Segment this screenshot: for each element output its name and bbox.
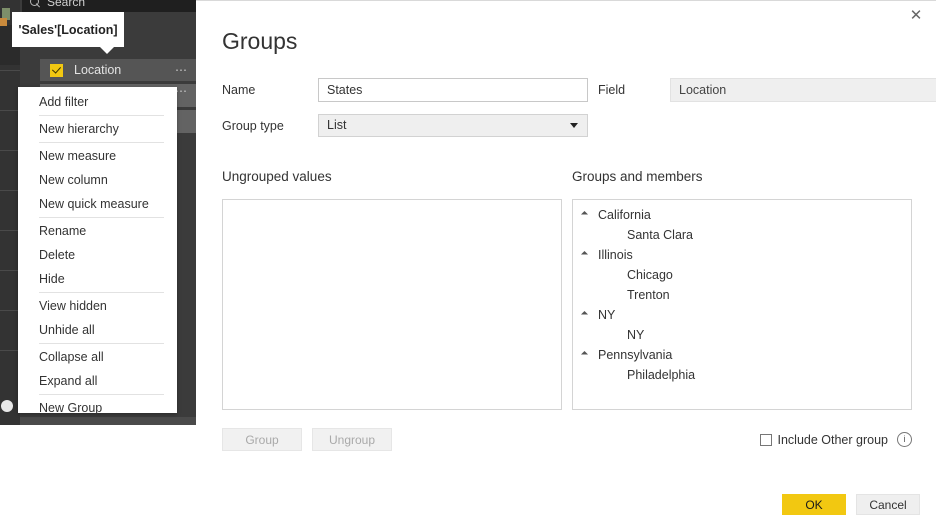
menu-item-unhide-all[interactable]: Unhide all: [18, 318, 177, 342]
field-context-menu[interactable]: Add filter New hierarchy New measure New…: [18, 87, 177, 415]
app-root: Search Sales Location ⋯ ⋯ 'Sales'[Locati…: [0, 0, 936, 519]
menu-item-collapse-all[interactable]: Collapse all: [18, 345, 177, 369]
tree-group-row[interactable]: Pennsylvania: [573, 345, 911, 365]
menu-item-expand-all[interactable]: Expand all: [18, 369, 177, 393]
menu-item-new-measure[interactable]: New measure: [18, 144, 177, 168]
menu-item-new-group[interactable]: New Group: [18, 396, 177, 420]
tree-group-row[interactable]: NY: [573, 305, 911, 325]
field-checkbox-location[interactable]: [50, 63, 63, 77]
groups-and-members-title: Groups and members: [572, 169, 703, 184]
tree-member-label: Trenton: [627, 288, 670, 302]
name-field-row: Name Field Location: [222, 78, 936, 102]
tree-member-row[interactable]: Chicago: [573, 265, 911, 285]
tree-member-row[interactable]: Philadelphia: [573, 365, 911, 385]
group-button[interactable]: Group: [222, 428, 302, 451]
chevron-expanded-icon[interactable]: [580, 310, 589, 318]
include-other-group-row[interactable]: Include Other group i: [759, 432, 912, 447]
field-row-menu-icon[interactable]: ⋯: [175, 64, 188, 76]
menu-separator: [39, 115, 164, 116]
field-row-location[interactable]: Location ⋯: [40, 59, 196, 81]
groups-dialog: ✕ Groups Name Field Location Group type …: [196, 0, 936, 519]
field-value-readonly: Location: [670, 78, 936, 102]
menu-separator: [39, 292, 164, 293]
name-label: Name: [222, 83, 256, 97]
group-type-selected-value: List: [327, 118, 347, 132]
ungrouped-values-list[interactable]: [222, 199, 562, 410]
tooltip-text: 'Sales'[Location]: [18, 22, 118, 37]
rail-marker-orange-icon: [0, 18, 7, 26]
tree-member-label: Chicago: [627, 268, 673, 282]
tree-member-label: Santa Clara: [627, 228, 694, 242]
chevron-expanded-icon[interactable]: [580, 250, 589, 258]
include-other-group-label: Include Other group: [777, 432, 889, 447]
close-icon[interactable]: ✕: [904, 3, 928, 27]
menu-item-new-hierarchy[interactable]: New hierarchy: [18, 117, 177, 141]
cancel-button[interactable]: Cancel: [856, 494, 920, 515]
menu-separator: [39, 142, 164, 143]
menu-separator: [39, 343, 164, 344]
menu-item-new-column[interactable]: New column: [18, 168, 177, 192]
rail-bottom-dot-icon: [1, 400, 13, 412]
tree-member-row[interactable]: Trenton: [573, 285, 911, 305]
tree-group-row[interactable]: Illinois: [573, 245, 911, 265]
ungrouped-values-title: Ungrouped values: [222, 169, 332, 184]
tree-member-row[interactable]: Santa Clara: [573, 225, 911, 245]
group-type-select[interactable]: List: [318, 114, 588, 137]
fields-search-box[interactable]: Search: [22, 0, 196, 12]
ungroup-button[interactable]: Ungroup: [312, 428, 392, 451]
search-icon: [30, 0, 41, 8]
menu-item-delete[interactable]: Delete: [18, 243, 177, 267]
rail-divider: [0, 270, 20, 271]
rail-divider: [0, 350, 20, 351]
menu-item-view-hidden[interactable]: View hidden: [18, 294, 177, 318]
tree-group-label: Pennsylvania: [598, 348, 673, 362]
menu-item-new-quick-measure[interactable]: New quick measure: [18, 192, 177, 216]
search-placeholder-text: Search: [47, 0, 86, 9]
field-tooltip: 'Sales'[Location]: [12, 12, 124, 54]
tree-member-row[interactable]: NY: [573, 325, 911, 345]
menu-item-add-filter[interactable]: Add filter: [18, 90, 177, 114]
dialog-top-border: [196, 0, 936, 1]
groups-and-members-tree[interactable]: California Santa Clara Illinois Chicago …: [572, 199, 912, 410]
tree-member-label: NY: [627, 328, 645, 342]
field-label-location: Location: [74, 63, 122, 77]
menu-item-rename[interactable]: Rename: [18, 219, 177, 243]
tree-group-label: NY: [598, 308, 616, 322]
rail-divider: [0, 110, 20, 111]
rail-divider: [0, 230, 20, 231]
name-input[interactable]: [318, 78, 588, 102]
chevron-expanded-icon[interactable]: [580, 350, 589, 358]
chevron-down-icon: [570, 123, 578, 128]
group-type-row: Group type List: [222, 114, 622, 137]
chevron-expanded-icon[interactable]: [580, 210, 589, 218]
menu-separator: [39, 217, 164, 218]
tree-group-label: Illinois: [598, 248, 633, 262]
rail-divider: [0, 70, 20, 71]
tree-member-label: Philadelphia: [627, 368, 696, 382]
ok-button[interactable]: OK: [782, 494, 846, 515]
menu-separator: [39, 394, 164, 395]
info-icon[interactable]: i: [897, 432, 912, 447]
rail-divider: [0, 190, 20, 191]
tree-group-row[interactable]: California: [573, 205, 911, 225]
rail-divider: [0, 310, 20, 311]
tree-group-label: California: [598, 208, 651, 222]
menu-item-hide[interactable]: Hide: [18, 267, 177, 291]
dialog-title: Groups: [222, 28, 298, 54]
include-other-group-checkbox[interactable]: [759, 433, 772, 446]
rail-divider: [0, 150, 20, 151]
field-label: Field: [598, 83, 626, 97]
group-type-label: Group type: [222, 119, 284, 133]
